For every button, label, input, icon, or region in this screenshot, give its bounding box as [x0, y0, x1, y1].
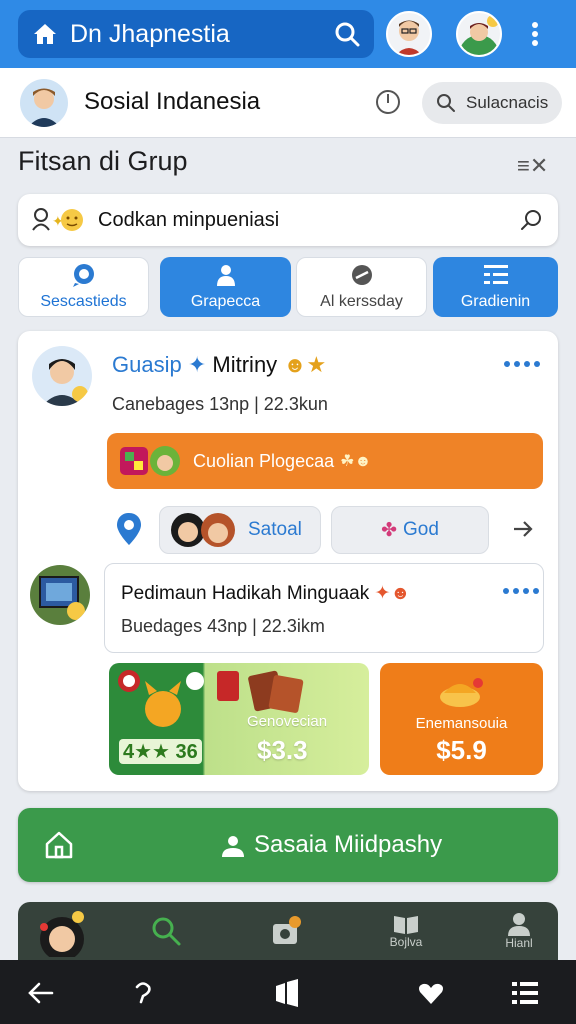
person-icon	[508, 913, 530, 936]
menu-grid-icon[interactable]	[510, 978, 540, 1008]
post-card: Guasip ✦ Mitriny ☻★ Canebages 13np | 22.…	[18, 331, 558, 791]
more-vertical-icon[interactable]	[524, 16, 546, 52]
profile-title: Sosial Indanesia	[84, 88, 261, 115]
chip-god[interactable]: ✤ God	[331, 506, 489, 554]
app-title-bar[interactable]: Dn Jhapnestia	[18, 10, 374, 58]
post-author-name: Guasip	[112, 352, 182, 377]
promo-score: 4★★ 36	[119, 739, 202, 764]
profile-bar: Sosial Indanesia Sulacnacis	[0, 68, 576, 138]
banner-text: Cuolian Plogecaa	[193, 450, 335, 471]
tab-bojlva[interactable]: Bojlva	[366, 902, 446, 960]
verified-star-icon: ✦	[187, 352, 207, 377]
game-icons	[120, 446, 180, 476]
home-icon[interactable]	[32, 22, 58, 46]
post-author-suffix: Mitriny	[212, 352, 278, 377]
chip-label: Satoal	[248, 519, 302, 540]
filter-close-icon[interactable]: ≡✕	[517, 153, 548, 179]
location-pin-icon[interactable]	[115, 512, 143, 546]
game-cards-icon	[217, 670, 304, 713]
avatar[interactable]	[456, 11, 502, 57]
tab-search[interactable]	[126, 902, 206, 960]
nested-post-meta: Buedages 43np | 22.3ikm	[121, 616, 325, 636]
tab-camera[interactable]	[246, 902, 326, 960]
tab-al-kerssday[interactable]: Al kerssday	[296, 257, 427, 317]
home-icon	[45, 831, 73, 859]
top-app-bar: Dn Jhapnestia	[0, 0, 576, 68]
reward-icon	[440, 678, 483, 707]
avatar-group-icon	[171, 513, 235, 547]
post-meta: Canebages 13np | 22.3kun	[112, 394, 328, 414]
tab-label: Sescastieds	[40, 293, 127, 310]
primary-action-label: Sasaia Miidpashy	[254, 831, 443, 858]
tab-hianl[interactable]: Hianl	[480, 902, 558, 960]
avatar	[40, 911, 84, 957]
emoji-icon: ☘☻	[340, 453, 372, 470]
more-horizontal-icon[interactable]	[504, 361, 540, 367]
people-icon: ✦	[32, 208, 83, 231]
primary-action-button[interactable]: Sasaia Miidpashy	[18, 808, 558, 882]
tab-label: Grapecca	[190, 293, 261, 310]
assistant-icon[interactable]	[128, 978, 158, 1008]
promo-price: $5.9	[436, 735, 487, 765]
chat-icon	[72, 264, 94, 287]
promo-card-green[interactable]: 4★★ 36 Genovecian $3.3	[109, 663, 369, 775]
more-horizontal-icon[interactable]	[503, 588, 539, 594]
back-arrow-icon[interactable]	[26, 978, 56, 1008]
bottom-tab-bar: Bojlva Hianl	[18, 902, 558, 960]
chip-satoal[interactable]: Satoal	[159, 506, 321, 554]
book-icon	[394, 916, 418, 934]
nested-post-card[interactable]: Pedimaun Hadikah Minguaak ✦☻ Buedages 43…	[104, 563, 544, 653]
home-button-icon[interactable]	[272, 978, 302, 1008]
system-navigation-bar	[0, 960, 576, 1024]
promo-label: Genovecian	[247, 713, 328, 730]
filter-input[interactable]: ✦ Codkan minpueniasi	[18, 194, 558, 246]
search-icon[interactable]	[334, 21, 360, 47]
tab-sescastieds[interactable]: Sescastieds	[18, 257, 149, 317]
filter-value: Codkan minpueniasi	[98, 208, 280, 231]
promo-card-orange[interactable]: Enemansouia $5.9	[380, 663, 543, 775]
avatar[interactable]	[20, 79, 68, 127]
search-icon	[437, 94, 455, 112]
game-character-icon	[118, 670, 204, 727]
section-title: Fitsan di Grup	[18, 146, 188, 176]
heart-icon[interactable]	[416, 978, 446, 1008]
avatar[interactable]	[30, 565, 90, 625]
search-icon	[152, 917, 181, 946]
bottom-tab-label: Bojlva	[389, 935, 423, 949]
app-title: Dn Jhapnestia	[70, 19, 230, 48]
chip-label: God	[403, 519, 439, 540]
person-pin-icon	[222, 836, 244, 857]
emoji-icon: ☻★	[283, 352, 327, 377]
tab-grapecca[interactable]: Grapecca	[160, 257, 291, 317]
nested-post-title: Pedimaun Hadikah Minguaak ✦☻	[121, 582, 410, 605]
avatar[interactable]	[386, 11, 432, 57]
tab-label: Al kerssday	[320, 293, 403, 310]
search-icon[interactable]	[520, 208, 544, 232]
clock-icon[interactable]	[376, 90, 400, 114]
search-placeholder: Sulacnacis	[466, 93, 549, 112]
chevron-right-icon[interactable]	[511, 517, 535, 541]
post-banner[interactable]: Cuolian Plogecaa ☘☻	[107, 433, 543, 489]
tab-label: Gradienin	[460, 293, 531, 310]
promo-price: $3.3	[257, 735, 308, 765]
puzzle-icon: ✤	[381, 519, 397, 541]
avatar[interactable]	[32, 346, 92, 406]
tab-gradienin[interactable]: Gradienin	[433, 257, 558, 317]
person-icon	[216, 265, 235, 286]
grid-list-icon	[483, 265, 508, 284]
post-author[interactable]: Guasip ✦ Mitriny ☻★	[112, 352, 326, 378]
promo-label: Enemansouia	[415, 715, 508, 732]
bottom-tab-label: Hianl	[505, 936, 533, 950]
emoji-icon: ✦☻	[374, 583, 411, 604]
compass-icon	[351, 265, 372, 285]
search-input[interactable]: Sulacnacis	[422, 82, 562, 124]
nested-post-title-text: Pedimaun Hadikah Minguaak	[121, 583, 370, 604]
tab-avatar[interactable]	[22, 902, 102, 960]
camera-icon	[273, 916, 301, 944]
